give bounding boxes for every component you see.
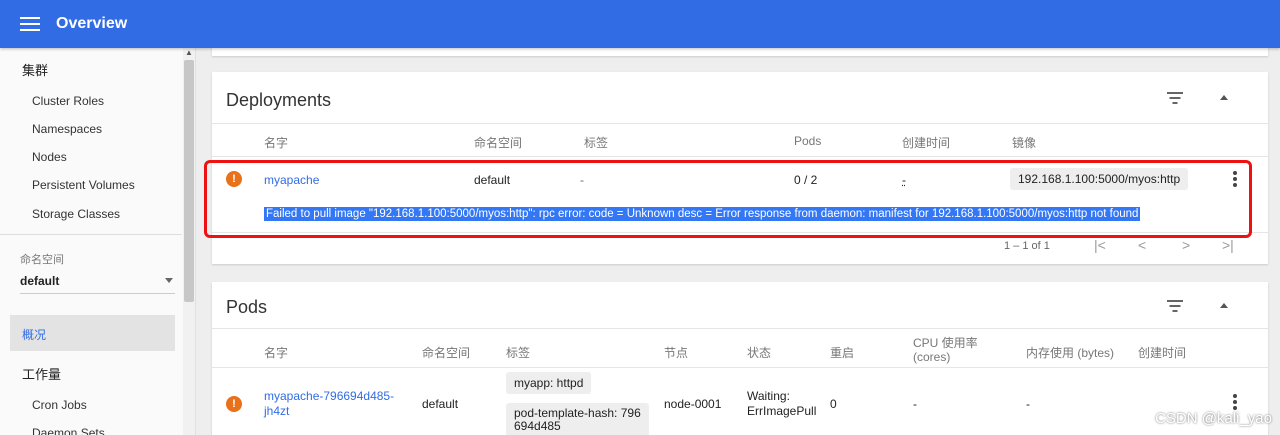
header-divider <box>212 123 1268 124</box>
row-divider <box>212 367 1268 368</box>
col-header-name: 名字 <box>264 346 289 360</box>
col-header-namespace: 命名空间 <box>474 136 523 150</box>
deployment-pods: 0 / 2 <box>794 173 818 187</box>
col-header-memory: 内存使用 (bytes) <box>1026 346 1115 360</box>
last-page-icon[interactable]: >| <box>1222 237 1234 253</box>
col-header-cpu: CPU 使用率 (cores) <box>913 336 978 364</box>
sidebar-item-overview-label: 概况 <box>22 328 47 342</box>
sidebar-item-namespaces[interactable]: Namespaces <box>32 122 102 136</box>
col-header-pods: Pods <box>794 134 822 148</box>
top-app-bar: Overview <box>0 0 1280 48</box>
chevron-down-icon <box>165 278 173 283</box>
sidebar-section-cluster: 集群 <box>22 63 49 78</box>
pod-name-link[interactable]: myapache-796694d485- jh4zt <box>264 389 394 419</box>
col-header-created: 创建时间 <box>1138 346 1187 360</box>
more-vert-icon[interactable] <box>1233 171 1237 187</box>
sidebar-item-cluster-roles[interactable]: Cluster Roles <box>32 94 104 108</box>
sidebar: ▲ 集群 Cluster Roles Namespaces Nodes Pers… <box>0 48 196 435</box>
sidebar-item-storage-classes[interactable]: Storage Classes <box>32 207 120 221</box>
filter-icon[interactable] <box>1166 300 1184 314</box>
pod-memory: - <box>1026 397 1030 411</box>
pod-status: Waiting: ErrImagePull <box>747 389 816 419</box>
row-divider <box>212 232 1268 233</box>
label-chip: myapp: httpd <box>506 372 592 394</box>
namespace-select[interactable]: default <box>20 274 175 294</box>
sidebar-item-cron-jobs[interactable]: Cron Jobs <box>32 398 87 412</box>
label-chip-line2: 694d485 <box>514 419 561 433</box>
sidebar-scrollbar-thumb[interactable] <box>184 60 194 302</box>
pod-status-line1: Waiting: <box>747 389 790 403</box>
main-content: Deployments 名字 命名空间 标签 Pods 创建时间 镜像 ! my… <box>196 38 1280 435</box>
col-header-node: 节点 <box>664 346 689 360</box>
col-header-restarts: 重启 <box>830 346 855 360</box>
sidebar-item-daemon-sets[interactable]: Daemon Sets <box>32 426 105 435</box>
sidebar-section-workloads[interactable]: 工作量 <box>22 364 61 383</box>
scroll-up-icon[interactable]: ▲ <box>182 48 195 58</box>
error-icon: ! <box>226 396 242 412</box>
pod-name-line1: myapache-796694d485- <box>264 389 395 403</box>
sidebar-item-nodes[interactable]: Nodes <box>32 150 67 164</box>
first-page-icon[interactable]: |< <box>1094 237 1106 253</box>
watermark: CSDN @kali_yao <box>1155 410 1272 427</box>
error-icon: ! <box>226 171 242 187</box>
col-header-labels: 标签 <box>506 346 531 360</box>
col-header-namespace: 命名空间 <box>422 346 471 360</box>
sidebar-divider <box>0 234 182 235</box>
namespace-select-value: default <box>20 274 60 288</box>
deployments-title: Deployments <box>226 90 332 110</box>
deployment-created: - <box>902 173 906 187</box>
filter-icon[interactable] <box>1166 92 1184 106</box>
deployment-labels: - <box>580 173 584 187</box>
sidebar-item-persistent-volumes[interactable]: Persistent Volumes <box>32 178 135 192</box>
pod-status-line2: ErrImagePull <box>747 404 817 418</box>
menu-icon[interactable] <box>20 16 40 32</box>
more-vert-icon[interactable] <box>1233 394 1237 410</box>
pods-title: Pods <box>226 297 268 317</box>
col-header-labels: 标签 <box>584 136 609 150</box>
row-divider <box>212 156 1268 157</box>
namespace-label: 命名空间 <box>20 254 64 266</box>
next-page-icon[interactable]: > <box>1182 237 1190 253</box>
pod-cpu: - <box>913 397 917 411</box>
deployment-name-link[interactable]: myapache <box>264 173 319 187</box>
pods-card: Pods 名字 命名空间 标签 节点 状态 重启 CPU 使用率 (cores)… <box>212 282 1268 435</box>
deployments-card: Deployments 名字 命名空间 标签 Pods 创建时间 镜像 ! my… <box>212 72 1268 264</box>
col-header-name: 名字 <box>264 136 289 150</box>
sidebar-item-overview[interactable]: 概况 <box>10 315 175 351</box>
pod-namespace: default <box>422 397 459 411</box>
pod-node: node-0001 <box>664 397 722 411</box>
collapse-icon[interactable] <box>1220 95 1228 100</box>
header-divider <box>212 328 1268 329</box>
label-chip: pod-template-hash: 796 694d485 <box>506 403 649 435</box>
col-header-images: 镜像 <box>1012 136 1037 150</box>
col-header-status: 状态 <box>747 346 772 360</box>
deployment-namespace: default <box>474 173 511 187</box>
col-header-created: 创建时间 <box>902 136 951 150</box>
page-title: Overview <box>56 15 128 32</box>
pod-name-line2: jh4zt <box>264 404 290 418</box>
deployment-error-message: Failed to pull image "192.168.1.100:5000… <box>264 207 1141 221</box>
collapse-icon[interactable] <box>1220 303 1228 308</box>
prev-page-icon[interactable]: < <box>1138 237 1146 253</box>
image-chip: 192.168.1.100:5000/myos:http <box>1010 168 1189 190</box>
pagination-range: 1 – 1 of 1 <box>1004 240 1050 252</box>
pod-restarts: 0 <box>830 397 837 411</box>
